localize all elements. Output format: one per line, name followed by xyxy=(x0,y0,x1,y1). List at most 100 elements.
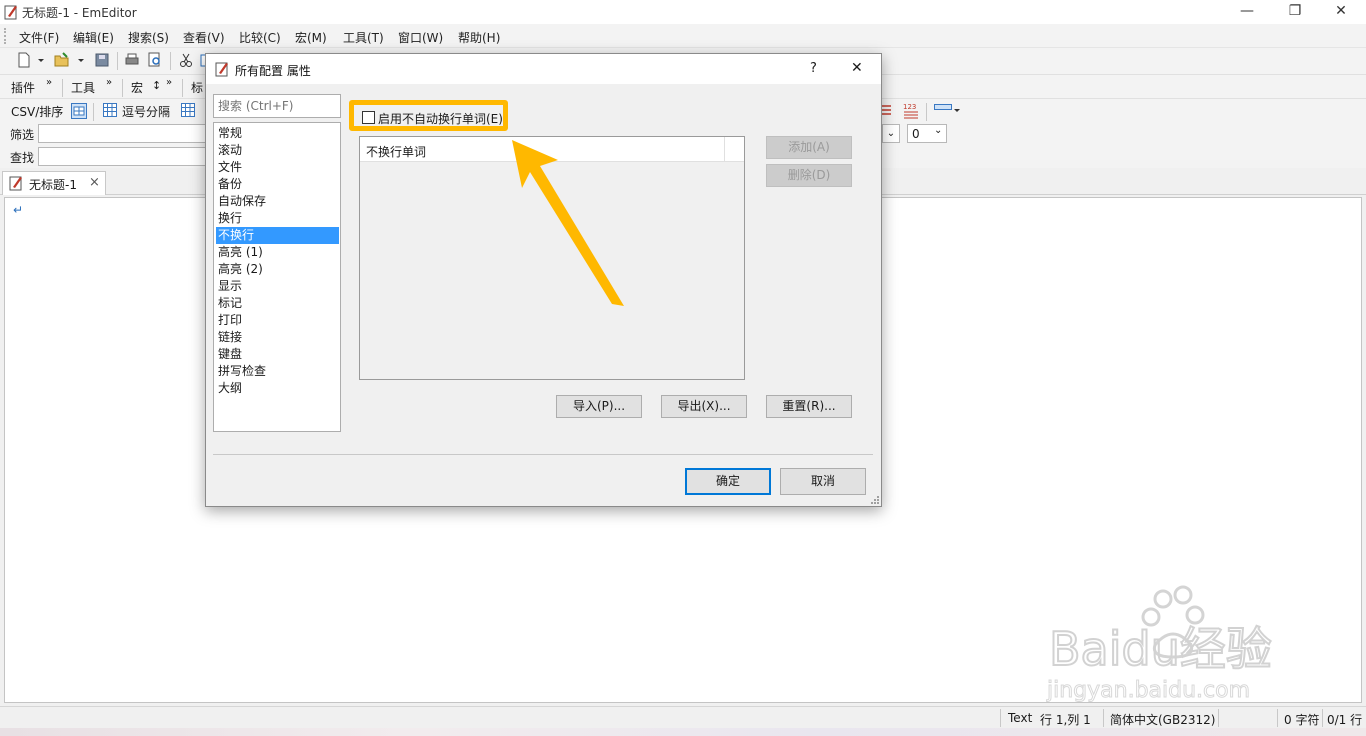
minimize-button[interactable]: — xyxy=(1224,0,1270,24)
macro-label: 宏 xyxy=(131,81,144,95)
marker-toolbar[interactable]: 标 xyxy=(186,77,206,97)
find-input[interactable] xyxy=(38,147,218,166)
config-search-box[interactable] xyxy=(213,94,341,118)
plugins-toolbar[interactable]: 插件 » xyxy=(4,77,58,97)
number-sort-icon[interactable]: 123 xyxy=(902,102,920,120)
toolbar-separator xyxy=(62,79,63,97)
enable-no-wrap-label[interactable]: 启用不自动换行单词(E) xyxy=(378,110,503,127)
toolbar-separator xyxy=(170,52,171,70)
csv-sort-label[interactable]: CSV/排序 xyxy=(11,103,63,120)
document-tab-label: 无标题-1 xyxy=(29,178,77,192)
category-item-scroll[interactable]: 滚动 xyxy=(216,142,339,159)
help-button[interactable]: ? xyxy=(810,61,817,76)
macro-overflow-icon[interactable]: » xyxy=(166,77,172,88)
dialog-title: 所有配置 属性 xyxy=(235,64,311,78)
dialog-titlebar[interactable]: 所有配置 属性 ? ✕ xyxy=(206,54,881,84)
config-search-input[interactable] xyxy=(216,96,338,116)
print-preview-icon[interactable] xyxy=(147,52,163,68)
status-mode[interactable]: Text xyxy=(1008,711,1032,725)
enable-no-wrap-checkbox[interactable] xyxy=(362,111,375,124)
dialog-close-button[interactable]: ✕ xyxy=(851,60,863,76)
properties-dialog: 所有配置 属性 ? ✕ 常规 滚动 文件 备份 自动保存 换行 不换行 高亮 (… xyxy=(205,53,882,507)
status-char-count: 0 字符 xyxy=(1284,713,1320,727)
macro-toolbar[interactable]: 宏 ↕ » xyxy=(124,77,178,97)
print-icon[interactable] xyxy=(124,52,140,68)
category-item-backup[interactable]: 备份 xyxy=(216,176,339,193)
delete-button[interactable]: 删除(D) xyxy=(766,164,852,187)
filter-dropdown-icon[interactable]: ⌄ xyxy=(882,124,900,143)
new-dropdown-icon[interactable] xyxy=(36,52,46,68)
reset-button[interactable]: 重置(R)... xyxy=(766,395,852,418)
open-dropdown-icon[interactable] xyxy=(76,52,86,68)
category-list[interactable]: 常规 滚动 文件 备份 自动保存 换行 不换行 高亮 (1) 高亮 (2) 显示… xyxy=(213,122,341,432)
csv-grid-icon[interactable] xyxy=(71,103,87,119)
chevron-down-icon: ⌄ xyxy=(934,125,943,136)
open-folder-icon[interactable] xyxy=(54,52,70,68)
close-tab-icon[interactable]: × xyxy=(89,175,100,190)
restore-button[interactable]: ❐ xyxy=(1272,0,1318,24)
filter-input[interactable] xyxy=(38,124,218,143)
menu-search[interactable]: 搜索(S) xyxy=(128,29,169,46)
no-wrap-words-list[interactable]: 不换行单词 xyxy=(359,136,745,380)
status-position[interactable]: 行 1,列 1 xyxy=(1040,711,1091,728)
category-item-display[interactable]: 显示 xyxy=(216,278,339,295)
menu-view[interactable]: 查看(V) xyxy=(183,29,225,46)
document-tab[interactable]: 无标题-1 × xyxy=(2,171,106,195)
category-item-keyboard[interactable]: 键盘 xyxy=(216,346,339,363)
list-icon[interactable] xyxy=(881,103,895,117)
category-item-wrap[interactable]: 换行 xyxy=(216,210,339,227)
ok-button[interactable]: 确定 xyxy=(685,468,771,495)
column-divider[interactable] xyxy=(724,137,725,162)
menu-window[interactable]: 窗口(W) xyxy=(398,29,443,46)
table-icon xyxy=(103,103,117,117)
toolbar-separator xyxy=(182,79,183,97)
save-icon[interactable] xyxy=(94,52,110,68)
category-item-highlight-2[interactable]: 高亮 (2) xyxy=(216,261,339,278)
category-item-autosave[interactable]: 自动保存 xyxy=(216,193,339,210)
macro-record-icon[interactable]: ↕ xyxy=(152,79,161,92)
status-encoding[interactable]: 简体中文(GB2312) xyxy=(1110,711,1215,728)
category-item-no-wrap[interactable]: 不换行 xyxy=(216,227,339,244)
emeditor-app-icon xyxy=(4,5,17,20)
menu-bar: 文件(F) 编辑(E) 搜索(S) 查看(V) 比较(C) 宏(M) 工具(T)… xyxy=(0,24,1366,48)
comma-separated-button[interactable]: 逗号分隔 xyxy=(122,103,170,120)
toolbar-separator xyxy=(122,79,123,97)
status-separator xyxy=(1277,709,1278,727)
category-item-spellcheck[interactable]: 拼写检查 xyxy=(216,363,339,380)
marker-label: 标 xyxy=(191,81,204,95)
import-button[interactable]: 导入(P)... xyxy=(556,395,642,418)
toolbar-separator xyxy=(93,103,94,121)
add-button[interactable]: 添加(A) xyxy=(766,136,852,159)
close-window-button[interactable]: ✕ xyxy=(1318,0,1364,24)
category-item-marks[interactable]: 标记 xyxy=(216,295,339,312)
cancel-button[interactable]: 取消 xyxy=(780,468,866,495)
table-icon[interactable] xyxy=(181,103,195,117)
filter-column-value: 0 xyxy=(912,127,920,141)
column-dropdown-icon[interactable] xyxy=(952,103,962,117)
menu-compare[interactable]: 比较(C) xyxy=(239,29,281,46)
status-separator xyxy=(1103,709,1104,727)
menu-macro[interactable]: 宏(M) xyxy=(295,29,327,46)
cut-icon[interactable] xyxy=(178,52,194,68)
plugins-overflow-icon[interactable]: » xyxy=(46,77,52,88)
category-item-links[interactable]: 链接 xyxy=(216,329,339,346)
column-view-icon[interactable] xyxy=(934,103,952,117)
tools-toolbar[interactable]: 工具 » xyxy=(64,77,118,97)
export-button[interactable]: 导出(X)... xyxy=(661,395,747,418)
menu-tools[interactable]: 工具(T) xyxy=(343,29,384,46)
filter-column-select[interactable]: 0 ⌄ xyxy=(907,124,947,143)
menu-file[interactable]: 文件(F) xyxy=(19,29,59,46)
category-item-general[interactable]: 常规 xyxy=(216,125,339,142)
menu-help[interactable]: 帮助(H) xyxy=(458,29,500,46)
plugins-label: 插件 xyxy=(11,81,36,95)
menu-edit[interactable]: 编辑(E) xyxy=(73,29,114,46)
find-label: 查找 xyxy=(10,151,35,165)
category-item-file[interactable]: 文件 xyxy=(216,159,339,176)
resize-grip-icon[interactable] xyxy=(870,495,880,505)
words-column-header[interactable]: 不换行单词 xyxy=(366,143,426,160)
category-item-print[interactable]: 打印 xyxy=(216,312,339,329)
new-file-icon[interactable] xyxy=(16,52,32,68)
category-item-outline[interactable]: 大纲 xyxy=(216,380,339,397)
category-item-highlight-1[interactable]: 高亮 (1) xyxy=(216,244,339,261)
tools-overflow-icon[interactable]: » xyxy=(106,77,112,88)
